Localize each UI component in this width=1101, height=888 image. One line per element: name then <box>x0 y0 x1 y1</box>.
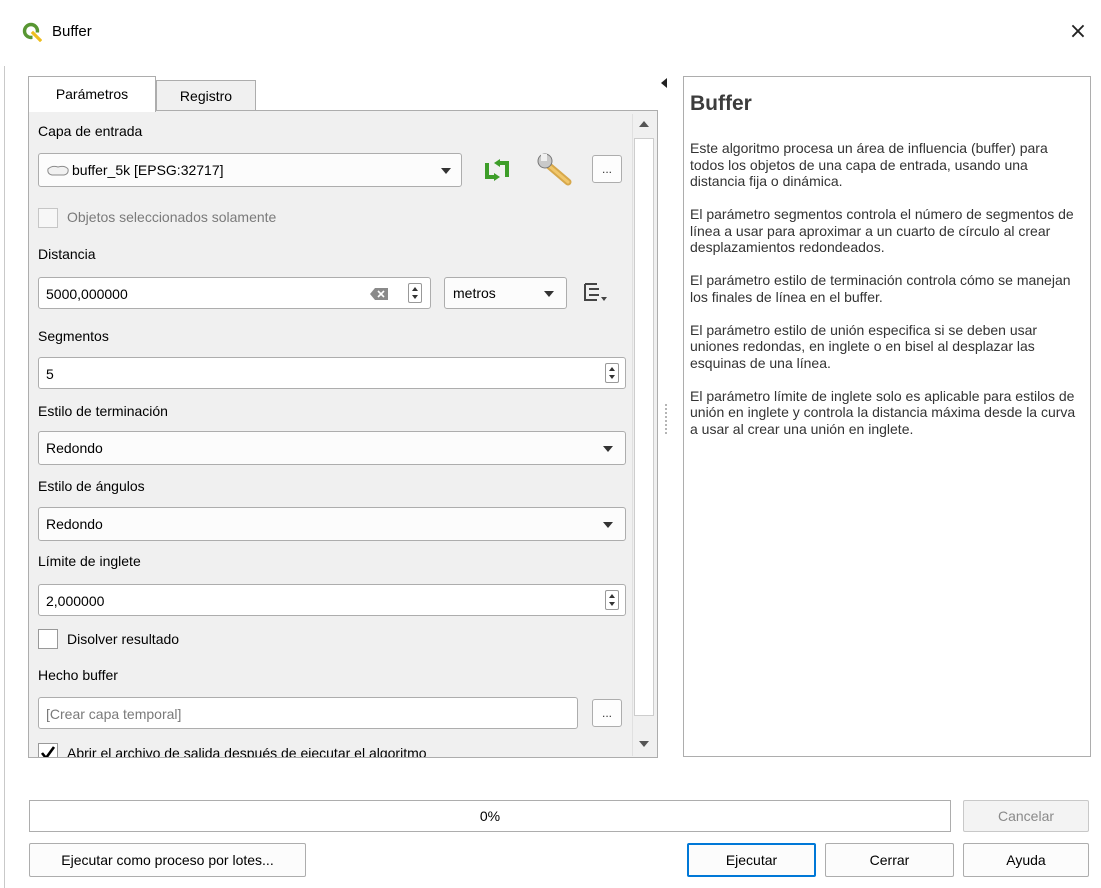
input-layer-combo[interactable]: buffer_5k [EPSG:32717] <box>38 153 462 187</box>
miter-limit-input[interactable]: 2,000000 <box>38 584 626 616</box>
help-button[interactable]: Ayuda <box>963 843 1089 877</box>
segments-value: 5 <box>46 366 54 382</box>
open-output-checkbox[interactable] <box>38 743 58 757</box>
window-left-border <box>4 66 5 888</box>
parameters-panel: Capa de entrada buffer_5k [EPSG:32717] .… <box>28 110 658 758</box>
distance-spinner[interactable] <box>408 283 422 303</box>
open-output-label: Abrir el archivo de salida después de ej… <box>67 745 427 758</box>
distance-unit-value: metros <box>453 285 496 301</box>
splitter-handle[interactable] <box>665 404 667 434</box>
input-layer-browse-button[interactable]: ... <box>592 155 622 183</box>
chevron-down-icon <box>603 522 613 528</box>
output-input[interactable]: [Crear capa temporal] <box>38 697 578 729</box>
help-title: Buffer <box>690 92 752 115</box>
iterate-icon[interactable] <box>481 157 513 183</box>
run-button[interactable]: Ejecutar <box>687 843 816 877</box>
progress-bar: 0% <box>29 800 951 832</box>
close-icon[interactable]: × <box>1062 16 1094 48</box>
miter-limit-spinner[interactable] <box>605 590 619 610</box>
distance-input[interactable]: 5000,000000 <box>38 277 431 309</box>
chevron-down-icon <box>544 291 554 297</box>
segments-label: Segmentos <box>38 328 109 344</box>
join-style-label: Estilo de ángulos <box>38 478 145 494</box>
join-style-value: Redondo <box>46 516 103 532</box>
input-layer-label: Capa de entrada <box>38 123 143 139</box>
distance-unit-combo[interactable]: metros <box>444 277 567 309</box>
help-paragraph: Este algoritmo procesa un área de influe… <box>690 140 1048 189</box>
run-batch-button[interactable]: Ejecutar como proceso por lotes... <box>29 843 306 877</box>
end-cap-value: Redondo <box>46 440 103 456</box>
wrench-icon[interactable] <box>534 151 576 189</box>
title-bar <box>0 0 1101 66</box>
chevron-down-icon <box>603 446 613 452</box>
checkmark-icon <box>40 746 56 757</box>
distance-value: 5000,000000 <box>46 286 128 302</box>
help-paragraph: El parámetro estilo de unión especifica … <box>690 321 1038 371</box>
selected-only-label: Objetos seleccionados solamente <box>67 209 277 225</box>
miter-limit-label: Límite de inglete <box>38 553 141 569</box>
scroll-down-icon[interactable] <box>633 732 655 754</box>
segments-input[interactable]: 5 <box>38 357 626 389</box>
help-paragraph: El parámetro segmentos controla el númer… <box>690 206 1074 255</box>
polygon-layer-icon <box>47 165 69 176</box>
qgis-logo-icon <box>22 22 42 42</box>
collapse-arrow-icon[interactable] <box>661 78 667 88</box>
tab-registro[interactable]: Registro <box>156 80 256 110</box>
input-layer-value: buffer_5k [EPSG:32717] <box>72 162 224 178</box>
join-style-combo[interactable]: Redondo <box>38 507 626 541</box>
parameters-scrollbar[interactable] <box>632 114 656 756</box>
cancel-button[interactable]: Cancelar <box>963 800 1089 832</box>
dissolve-label: Disolver resultado <box>67 631 180 647</box>
chevron-down-icon <box>441 168 451 174</box>
end-cap-combo[interactable]: Redondo <box>38 431 626 465</box>
close-button[interactable]: Cerrar <box>825 843 954 877</box>
output-label: Hecho buffer <box>38 667 118 683</box>
segments-spinner[interactable] <box>605 363 619 383</box>
miter-limit-value: 2,000000 <box>46 593 105 609</box>
data-defined-icon[interactable] <box>581 281 609 305</box>
tab-parametros[interactable]: Parámetros <box>28 76 156 112</box>
distance-label: Distancia <box>38 246 96 262</box>
selected-only-checkbox <box>38 208 58 228</box>
window-title: Buffer <box>52 23 92 40</box>
help-paragraph: El parámetro límite de inglete solo es a… <box>690 387 1076 437</box>
output-placeholder: [Crear capa temporal] <box>46 706 182 722</box>
help-panel: Buffer Este algoritmo procesa un área de… <box>683 76 1091 757</box>
end-cap-label: Estilo de terminación <box>38 403 168 419</box>
clear-icon[interactable] <box>370 288 388 300</box>
scroll-up-icon[interactable] <box>633 114 655 136</box>
help-paragraph: El parámetro estilo de terminación contr… <box>690 272 1071 305</box>
output-browse-button[interactable]: ... <box>592 699 622 727</box>
scrollbar-thumb[interactable] <box>634 138 654 716</box>
dissolve-checkbox[interactable] <box>38 629 58 649</box>
